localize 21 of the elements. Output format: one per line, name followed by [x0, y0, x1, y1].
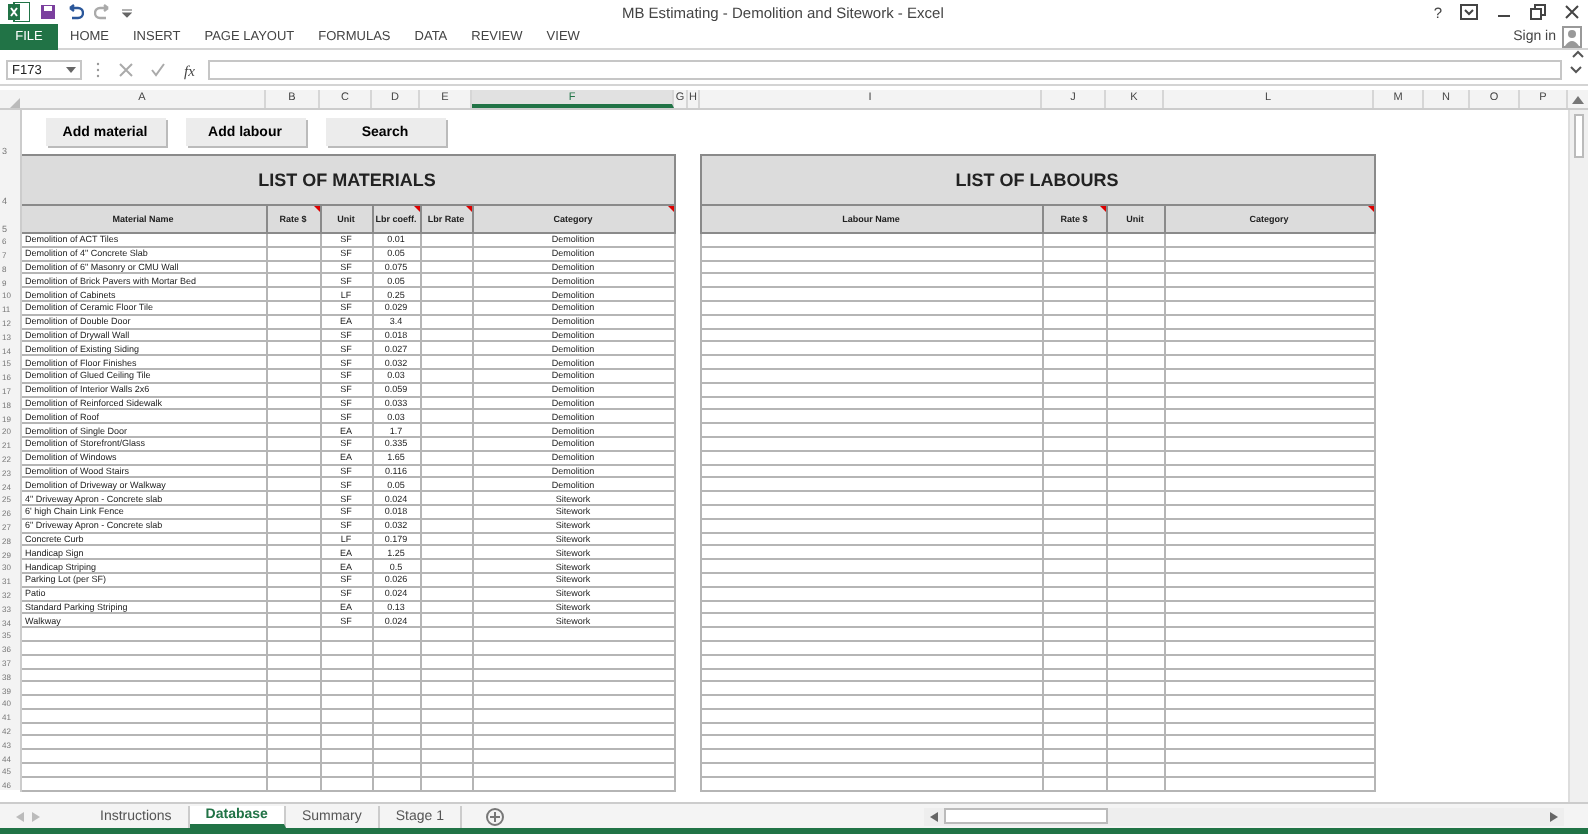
- table-title: LIST OF MATERIALS: [20, 155, 674, 205]
- ribbon-display-icon[interactable]: [1460, 4, 1478, 20]
- redo-icon[interactable]: [94, 4, 112, 20]
- collapse-ribbon-icon[interactable]: [1572, 49, 1584, 57]
- customize-caret-icon[interactable]: [122, 7, 132, 17]
- scroll-up-icon[interactable]: [1572, 95, 1584, 103]
- add-sheet-icon[interactable]: [486, 807, 505, 825]
- dropdown-caret-icon: [66, 66, 76, 74]
- save-icon[interactable]: [40, 4, 56, 20]
- enter-check-icon[interactable]: [150, 62, 166, 78]
- scroll-left-icon[interactable]: [930, 811, 938, 821]
- cancel-icon[interactable]: [118, 62, 134, 78]
- restore-icon[interactable]: [1530, 4, 1546, 20]
- vertical-scrollbar[interactable]: [1568, 110, 1588, 802]
- horizontal-scrollbar[interactable]: [924, 807, 1564, 825]
- expand-caret-icon[interactable]: [1570, 66, 1582, 74]
- scroll-right-icon[interactable]: [1550, 811, 1558, 821]
- undo-icon[interactable]: [66, 4, 84, 20]
- table-title: LIST OF LABOURS: [700, 155, 1374, 205]
- formula-input[interactable]: [208, 60, 1562, 80]
- close-icon[interactable]: [1564, 4, 1580, 20]
